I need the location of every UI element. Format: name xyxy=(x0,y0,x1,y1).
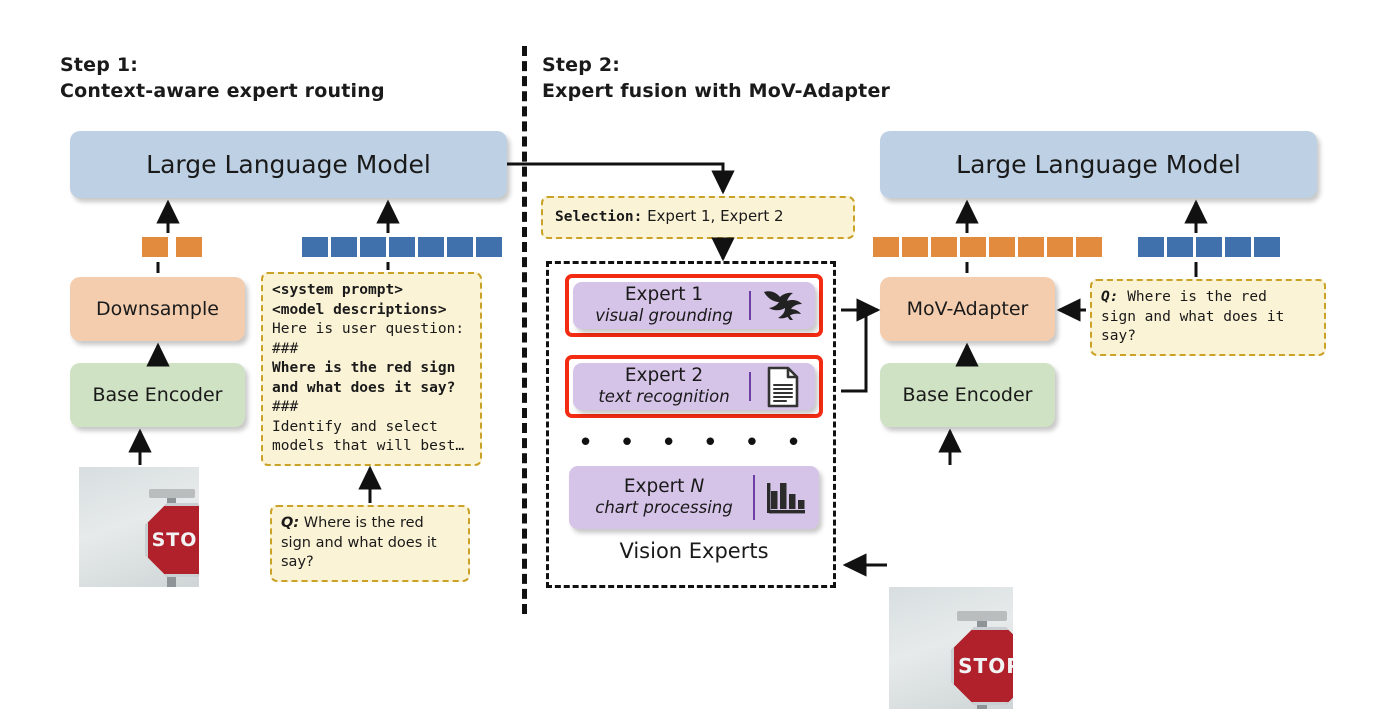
selection-note: Selection: Expert 1, Expert 2 xyxy=(541,196,855,239)
token-square xyxy=(360,237,386,257)
expert-2-role: text recognition xyxy=(598,387,730,406)
question-line-2-left: sign and what does it xyxy=(281,534,437,551)
prompt-line-4: ### xyxy=(272,340,299,357)
downsample-block: Downsample xyxy=(70,277,245,341)
expert-1-highlight: Expert 1 visual grounding xyxy=(565,274,823,337)
expert-2-box[interactable]: Expert 2 text recognition xyxy=(573,363,815,410)
bar-chart-icon xyxy=(755,479,819,517)
base-encoder-block-right: Base Encoder xyxy=(880,363,1055,427)
question-line-1-right: Where is the red xyxy=(1118,289,1267,305)
token-square xyxy=(989,237,1015,257)
selection-value: Expert 1, Expert 2 xyxy=(642,207,784,225)
token-square xyxy=(447,237,473,257)
token-square xyxy=(902,237,928,257)
prompt-line-7: ### xyxy=(272,399,299,415)
stop-sign-text: STOP xyxy=(151,529,199,551)
expert-n-name: Expert xyxy=(623,476,691,497)
stop-sign-photo-left: STOP xyxy=(79,467,199,587)
token-square xyxy=(873,237,899,257)
llm-block-right: Large Language Model xyxy=(880,131,1317,198)
expert-2-text: Expert 2 text recognition xyxy=(573,361,749,412)
token-square xyxy=(1018,237,1044,257)
token-square xyxy=(1167,237,1193,257)
vision-experts-panel: Expert 1 visual grounding Expert 2 text … xyxy=(546,261,836,588)
system-prompt-note: <system prompt> <model descriptions> Her… xyxy=(261,272,482,466)
prompt-line-9: models that will best… xyxy=(272,438,465,454)
step-1-title: Step 1: Context-aware expert routing xyxy=(60,54,385,102)
question-line-2-right: sign and what does it xyxy=(1101,308,1285,325)
stop-sign-text: STOP xyxy=(958,654,1013,678)
token-square xyxy=(476,237,502,257)
step-2-title: Step 2: Expert fusion with MoV-Adapter xyxy=(542,54,891,102)
prompt-line-5: Where is the red sign xyxy=(272,360,456,376)
question-line-1-left: Where is the red xyxy=(299,515,424,531)
question-label-right: Q: xyxy=(1101,289,1119,305)
token-square xyxy=(1047,237,1073,257)
expert-1-box[interactable]: Expert 1 visual grounding xyxy=(573,282,815,329)
vision-experts-label: Vision Experts xyxy=(619,539,769,563)
line-expert1-out xyxy=(841,308,868,312)
expert-n-name-italic: N xyxy=(690,476,705,497)
token-square xyxy=(1076,237,1102,257)
user-question-note-left: Q: Where is the red sign and what does i… xyxy=(270,505,470,582)
user-question-note-right: Q: Where is the red sign and what does i… xyxy=(1090,279,1326,356)
expert-2-name: Expert 2 xyxy=(624,365,704,386)
token-square xyxy=(931,237,957,257)
arrow-llm-to-selection xyxy=(507,162,735,195)
expert-n-box[interactable]: Expert N chart processing xyxy=(569,466,819,529)
prompt-line-2: <model descriptions> xyxy=(272,301,447,318)
sign-cap xyxy=(149,489,195,498)
line-expert2-out xyxy=(841,309,868,393)
sign-cap xyxy=(957,611,1007,621)
llm-label-left: Large Language Model xyxy=(146,150,431,179)
expert-1-name: Expert 1 xyxy=(624,284,704,305)
document-icon xyxy=(751,366,815,408)
token-square xyxy=(418,237,444,257)
ellipsis-dots: • • • • • • xyxy=(577,428,811,458)
token-square xyxy=(389,237,415,257)
llm-block-left: Large Language Model xyxy=(70,131,507,198)
token-square xyxy=(1254,237,1280,257)
bird-icon xyxy=(751,289,815,323)
stop-sign-photo-right: STOP xyxy=(889,587,1013,709)
base-encoder-label-right: Base Encoder xyxy=(902,384,1033,406)
token-square xyxy=(331,237,357,257)
expert-n-role: chart processing xyxy=(595,498,733,517)
llm-label-right: Large Language Model xyxy=(956,150,1241,179)
mov-adapter-block: MoV-Adapter xyxy=(880,277,1055,341)
prompt-line-1: <system prompt> xyxy=(272,282,403,298)
question-line-3-left: say? xyxy=(281,554,314,570)
expert-n-wrapper: Expert N chart processing xyxy=(569,466,819,529)
downsample-label: Downsample xyxy=(96,298,219,320)
mov-adapter-label: MoV-Adapter xyxy=(906,298,1029,320)
base-encoder-label-left: Base Encoder xyxy=(92,384,223,406)
base-encoder-block-left: Base Encoder xyxy=(70,363,245,427)
token-square xyxy=(1138,237,1164,257)
selection-label: Selection: xyxy=(555,209,643,225)
expert-1-text: Expert 1 visual grounding xyxy=(573,280,749,331)
expert-1-role: visual grounding xyxy=(595,306,733,325)
prompt-line-3: Here is user question: xyxy=(272,321,465,337)
expert-n-text: Expert N chart processing xyxy=(569,472,753,523)
token-square xyxy=(1225,237,1251,257)
question-label-left: Q: xyxy=(281,515,300,531)
token-square xyxy=(1196,237,1222,257)
token-square xyxy=(142,237,168,257)
question-line-3-right: say? xyxy=(1101,328,1136,344)
token-square xyxy=(960,237,986,257)
prompt-line-6: and what does it say? xyxy=(272,379,456,396)
token-square xyxy=(176,237,202,257)
panel-divider xyxy=(522,46,527,614)
expert-2-highlight: Expert 2 text recognition xyxy=(565,355,823,418)
prompt-line-8: Identify and select xyxy=(272,418,438,435)
token-square xyxy=(302,237,328,257)
